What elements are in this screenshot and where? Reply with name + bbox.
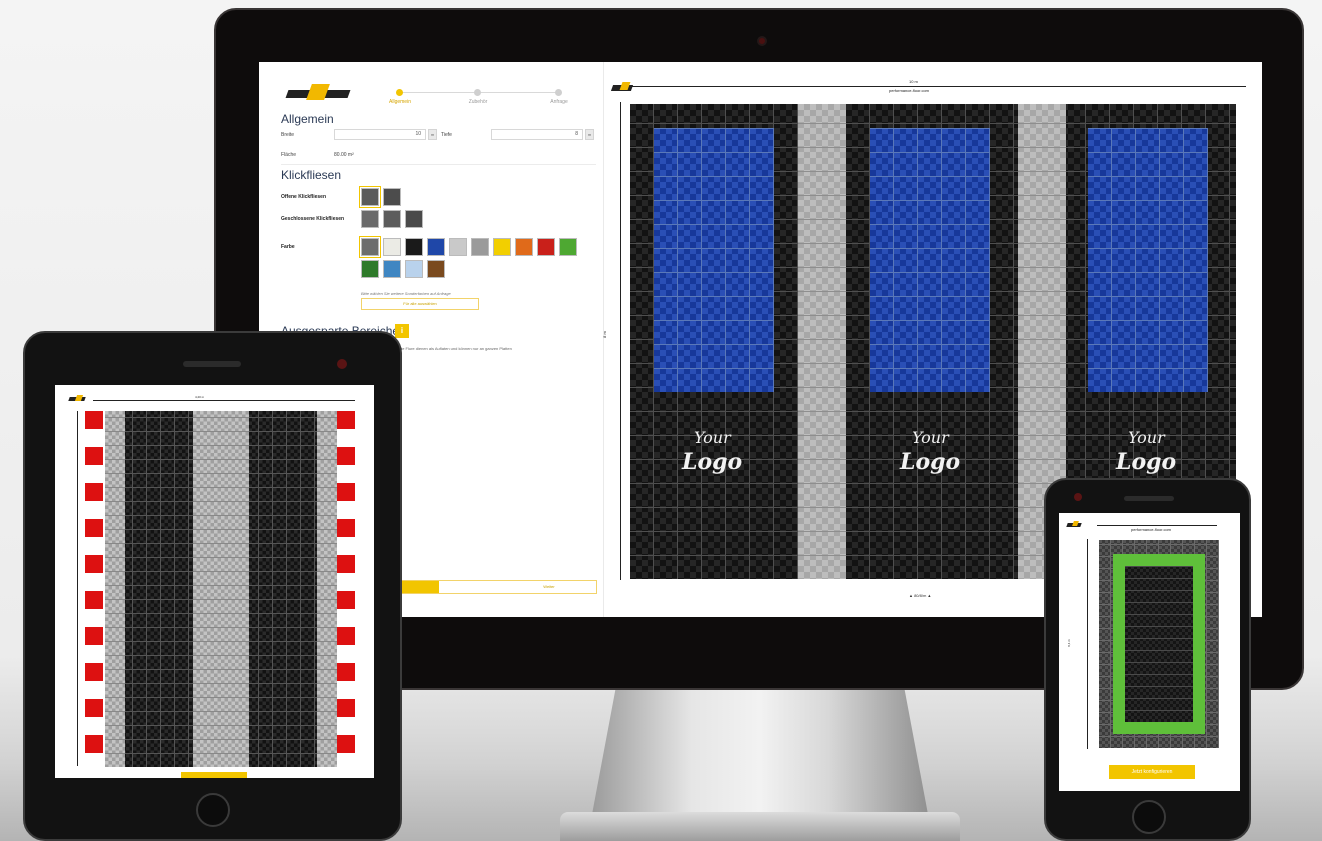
color-swatch-3[interactable] (405, 238, 423, 256)
color-swatch-10[interactable] (559, 238, 577, 256)
depth-dimension-label: 8 m (601, 331, 607, 338)
color-swatch-4[interactable] (427, 238, 445, 256)
tiefe-input[interactable]: 8 (491, 129, 583, 140)
info-icon[interactable]: i (395, 324, 409, 338)
phone-screen: performance-floor.com 8,4 m Jetzt konfig… (1059, 513, 1240, 791)
color-swatch-13[interactable] (405, 260, 423, 278)
configure-now-button[interactable]: Jetzt konfigurieren (1109, 765, 1195, 779)
grey-stripe (105, 411, 125, 767)
next-button-label: Weiter (543, 584, 555, 589)
section-title-klickfliesen: Klickfliesen (281, 168, 342, 182)
color-swatch-11[interactable] (361, 260, 379, 278)
farbe-label: Farbe (281, 244, 295, 250)
brand-url-label: performance-floor.com (889, 88, 930, 93)
step-label-2[interactable]: Zubehör (448, 99, 508, 105)
step-dot-2[interactable] (474, 89, 481, 96)
camera-icon (1074, 493, 1082, 501)
tile-grid[interactable] (1099, 540, 1219, 748)
color-swatch-8[interactable] (515, 238, 533, 256)
width-dimension-line (629, 86, 1246, 87)
color-swatch-5[interactable] (449, 238, 467, 256)
grey-stripe (193, 411, 249, 767)
color-swatch-14[interactable] (427, 260, 445, 278)
blue-area (654, 128, 774, 392)
geschlossene-tile-swatch-3[interactable] (405, 210, 423, 228)
offene-tile-swatch-2[interactable] (383, 188, 401, 206)
tiefe-unit: m (585, 129, 594, 140)
breite-label: Breite (281, 132, 295, 138)
tablet-device: 4,20 m (23, 331, 402, 841)
color-swatch-9[interactable] (537, 238, 555, 256)
progress-fill (400, 581, 440, 593)
next-button[interactable]: Weiter (399, 580, 597, 594)
step-indicator: Allgemein Zubehör Anfrage (379, 88, 584, 108)
area-label: ▲ 80/8/m ▲ (909, 593, 932, 598)
home-button[interactable] (196, 793, 230, 827)
breite-unit: m (428, 129, 437, 140)
brand-logo (68, 395, 87, 403)
grey-stripe (798, 104, 846, 579)
step-dot-1[interactable] (396, 89, 403, 96)
offene-label: Offene Klickfliesen (281, 194, 327, 200)
step-label-1[interactable]: Allgemein (370, 99, 430, 105)
blue-area (870, 128, 990, 392)
your-logo-mark: Your Logo (1116, 428, 1177, 475)
section-title-allgemein: Allgemein (281, 112, 334, 126)
flaeche-value: 80.00 m² (334, 152, 354, 158)
depth-dimension-line (1087, 539, 1088, 749)
color-swatch-1[interactable] (359, 236, 381, 258)
blue-area (1088, 128, 1208, 392)
your-logo-mark: Your Logo (900, 428, 961, 475)
monitor-base (560, 812, 960, 841)
breite-input[interactable]: 10 (334, 129, 426, 140)
brand-logo (1066, 521, 1083, 529)
color-hint: Bitte wählen Sie weitere Sonderfarben au… (361, 291, 451, 296)
width-dimension-line (1097, 525, 1217, 526)
width-dimension-label: 4,20 m (195, 395, 205, 399)
your-logo-mark: Your Logo (682, 428, 743, 475)
divider (281, 164, 596, 165)
depth-dimension-line (620, 102, 621, 580)
configure-button[interactable] (181, 772, 247, 778)
apply-all-button[interactable]: Für alle auswählen (361, 298, 479, 310)
brand-url-label: performance-floor.com (1131, 527, 1172, 532)
flaeche-label: Fläche (281, 152, 297, 158)
color-swatch-7[interactable] (493, 238, 511, 256)
depth-dimension-line (77, 411, 78, 766)
phone-device: performance-floor.com 8,4 m Jetzt konfig… (1044, 478, 1251, 841)
geschlossene-label: Geschlossene Klickfliesen (281, 216, 345, 222)
color-swatch-2[interactable] (383, 238, 401, 256)
camera-icon (337, 359, 347, 369)
monitor-stand (590, 680, 930, 825)
home-button[interactable] (1132, 800, 1166, 834)
offene-tile-swatch-1[interactable] (359, 186, 381, 208)
speaker-grille (183, 361, 241, 367)
color-swatch-6[interactable] (471, 238, 489, 256)
width-dimension-line (93, 400, 355, 401)
geschlossene-tile-swatch-1[interactable] (361, 210, 379, 228)
step-label-3[interactable]: Anfrage (529, 99, 589, 105)
depth-dimension-label: 8,4 m (1066, 639, 1071, 647)
width-dimension-label: 10 m (909, 79, 918, 84)
tiefe-label: Tiefe (441, 132, 452, 138)
webcam-icon (757, 36, 767, 46)
red-white-kerb (337, 411, 355, 767)
color-swatch-12[interactable] (383, 260, 401, 278)
green-border-area (1113, 554, 1205, 734)
geschlossene-tile-swatch-2[interactable] (383, 210, 401, 228)
red-white-kerb (85, 411, 103, 767)
tile-grid[interactable] (105, 411, 337, 767)
step-dot-3[interactable] (555, 89, 562, 96)
grey-stripe (317, 411, 337, 767)
speaker-grille (1124, 496, 1174, 501)
brand-logo (285, 84, 351, 102)
preview-logo (610, 82, 634, 94)
tablet-screen: 4,20 m (55, 385, 374, 778)
